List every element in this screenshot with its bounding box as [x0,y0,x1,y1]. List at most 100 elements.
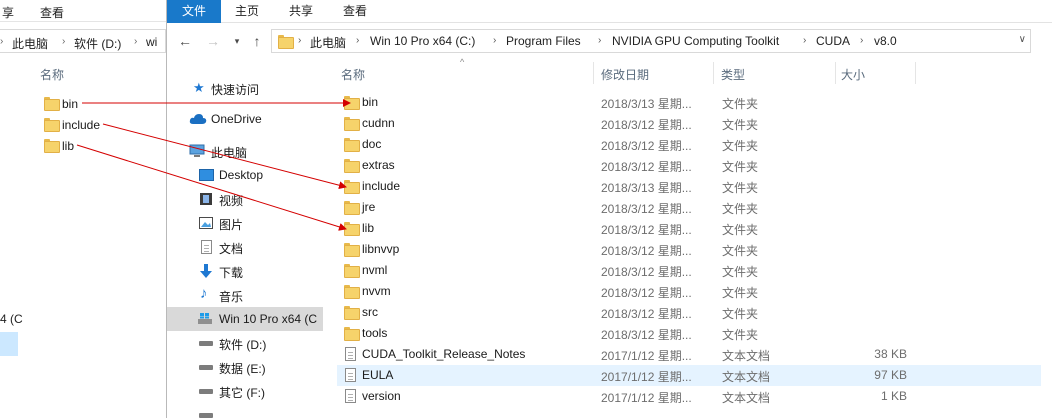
file-row[interactable]: lib 2018/3/12 星期... 文件夹 [337,218,1041,239]
drive-icon [199,413,213,418]
column-header-name[interactable]: 名称 [341,66,365,83]
crumb-cuda[interactable]: CUDA [816,34,850,48]
nav-item-this-pc[interactable]: 此电脑 [167,139,323,163]
file-modified-date: 2017/1/12 星期... [601,370,692,384]
file-row[interactable]: nvvm 2018/3/12 星期... 文件夹 [337,281,1041,302]
nav-label: 文档 [219,242,244,256]
nav-item-desktop[interactable]: Desktop [167,163,323,187]
crumb-drive-c[interactable]: Win 10 Pro x64 (C:) [370,34,475,48]
nav-item-videos[interactable]: 视频 [167,187,323,211]
folder-icon [344,264,360,278]
file-row[interactable]: nvml 2018/3/12 星期... 文件夹 [337,260,1041,281]
file-type: 文件夹 [722,307,759,321]
tab-share[interactable]: 共享 [279,0,323,23]
file-modified-date: 2018/3/13 星期... [601,97,692,111]
column-divider[interactable] [713,62,714,84]
cloud-icon [189,114,207,124]
back-sidebar-drive-c[interactable]: 4 (C [0,312,23,326]
ribbon-tabs: 文件 主页 共享 查看 [167,0,1052,23]
navigation-pane: ★ 快速访问 OneDrive 此电脑 Desktop 视频 图片 文档 下载 … [167,58,323,418]
address-bar[interactable]: › 此电脑 › Win 10 Pro x64 (C:) › Program Fi… [271,29,1031,53]
nav-item-quick-access[interactable]: ★ 快速访问 [167,76,323,100]
file-row[interactable]: bin 2018/3/13 星期... 文件夹 [337,92,1041,113]
nav-item-drive-e[interactable]: 数据 (E:) [167,355,323,379]
file-row[interactable]: doc 2018/3/12 星期... 文件夹 [337,134,1041,155]
column-divider[interactable] [593,62,594,84]
nav-label: 下载 [219,266,244,280]
desktop-icon [199,169,214,181]
back-tab-share[interactable]: 享 [2,4,14,21]
address-dropdown-chevron-icon[interactable]: ∨ [1019,34,1026,45]
file-row[interactable]: cudnn 2018/3/12 星期... 文件夹 [337,113,1041,134]
forward-arrow-icon[interactable]: → [205,33,221,49]
file-row[interactable]: include 2018/3/13 星期... 文件夹 [337,176,1041,197]
nav-item-drive-d[interactable]: 软件 (D:) [167,331,323,355]
nav-item-drive-c[interactable]: Win 10 Pro x64 (C [167,307,323,331]
recent-locations-chevron-icon[interactable]: ▾ [229,33,245,49]
file-type: 文件夹 [722,118,759,132]
file-modified-date: 2017/1/12 星期... [601,391,692,405]
back-crumb-drive-d[interactable]: 软件 (D:) [74,35,121,52]
file-name: libnvvp [362,242,400,256]
back-address-bar[interactable]: › 此电脑 › 软件 (D:) › wi [0,29,166,53]
file-row[interactable]: libnvvp 2018/3/12 星期... 文件夹 [337,239,1041,260]
file-row[interactable]: jre 2018/3/12 星期... 文件夹 [337,197,1041,218]
file-name: cudnn [362,116,395,130]
nav-item-onedrive[interactable]: OneDrive [167,107,323,131]
tab-home[interactable]: 主页 [225,0,269,23]
back-arrow-icon[interactable]: ← [177,33,193,49]
nav-label: 软件 (D:) [219,338,267,352]
nav-label: 数据 (E:) [219,362,266,376]
back-crumb-this-pc[interactable]: 此电脑 [12,35,48,52]
tab-file[interactable]: 文件 [167,0,221,23]
column-header-type[interactable]: 类型 [721,66,745,83]
file-type: 文本文档 [722,349,771,363]
file-row[interactable]: tools 2018/3/12 星期... 文件夹 [337,323,1041,344]
file-name: tools [362,326,388,340]
crumb-v80[interactable]: v8.0 [874,34,897,48]
tab-view[interactable]: 查看 [333,0,377,23]
up-arrow-icon[interactable]: ↑ [249,33,265,49]
column-divider[interactable] [835,62,836,84]
picture-icon [199,217,213,229]
front-explorer-window: 文件 主页 共享 查看 ← → ▾ ↑ › 此电脑 › Win 10 Pro x… [166,0,1052,418]
crumb-nvidia-toolkit[interactable]: NVIDIA GPU Computing Toolkit [612,34,779,48]
nav-item-downloads[interactable]: 下载 [167,259,323,283]
folder-icon [344,306,360,320]
column-header-size[interactable]: 大小 [841,66,865,83]
windows-drive-icon [198,313,212,324]
back-crumb-partial[interactable]: wi [146,35,157,49]
file-row[interactable]: CUDA_Toolkit_Release_Notes 2017/1/12 星期..… [337,344,1041,365]
back-column-name[interactable]: 名称 [40,66,64,83]
drive-icon [199,341,213,346]
crumb-this-pc[interactable]: 此电脑 [310,34,346,51]
column-header-modified[interactable]: 修改日期 [601,66,649,83]
file-name: CUDA_Toolkit_Release_Notes [362,347,526,361]
file-row[interactable]: version 2017/1/12 星期... 文本文档 1 KB [337,386,1041,407]
folder-icon [344,222,360,236]
file-modified-date: 2018/3/12 星期... [601,328,692,342]
file-type: 文本文档 [722,391,771,405]
file-name: src [362,305,378,319]
nav-item-music[interactable]: ♪ 音乐 [167,283,323,307]
column-divider[interactable] [915,62,916,84]
file-modified-date: 2018/3/12 星期... [601,160,692,174]
back-explorer-window: 享 查看 › 此电脑 › 软件 (D:) › wi 名称 bin include… [0,0,166,418]
nav-item-drive-f[interactable]: 其它 (F:) [167,379,323,403]
back-ribbon: 享 查看 [0,0,166,22]
file-row[interactable]: EULA 2017/1/12 星期... 文本文档 97 KB [337,365,1041,386]
nav-label: 图片 [219,218,244,232]
back-sidebar-selection[interactable] [0,332,18,356]
nav-item-documents[interactable]: 文档 [167,235,323,259]
drive-icon [199,365,213,370]
file-type: 文件夹 [722,160,759,174]
file-modified-date: 2017/1/12 星期... [601,349,692,363]
nav-item-more-drive[interactable] [167,403,323,418]
computer-icon [189,144,205,157]
crumb-program-files[interactable]: Program Files [506,34,581,48]
back-tab-view[interactable]: 查看 [40,4,64,21]
file-name: extras [362,158,395,172]
nav-item-pictures[interactable]: 图片 [167,211,323,235]
file-row[interactable]: src 2018/3/12 星期... 文件夹 [337,302,1041,323]
file-row[interactable]: extras 2018/3/12 星期... 文件夹 [337,155,1041,176]
